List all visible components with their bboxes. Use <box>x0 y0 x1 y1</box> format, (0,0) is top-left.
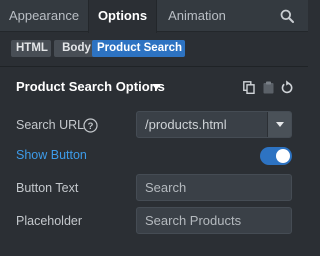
help-icon[interactable]: ? <box>83 118 98 133</box>
tab-animation[interactable]: Animation <box>157 0 237 32</box>
search-url-label: Search URL <box>16 118 85 132</box>
search-url-value: /products.html <box>145 117 227 132</box>
show-button-toggle[interactable] <box>260 147 292 165</box>
section-title[interactable]: Product Search Options <box>16 79 165 94</box>
show-button-label: Show Button <box>16 148 87 162</box>
copy-icon[interactable] <box>243 81 255 94</box>
clipboard-icon[interactable] <box>263 81 274 94</box>
caret-down-icon[interactable] <box>152 84 161 90</box>
tab-bar: Appearance Options Animation <box>0 0 308 33</box>
chevron-down-icon <box>276 122 284 127</box>
search-url-select[interactable]: /products.html <box>136 111 292 138</box>
button-text-input[interactable]: Search <box>136 174 292 201</box>
tab-appearance[interactable]: Appearance <box>0 0 88 32</box>
tab-options[interactable]: Options <box>88 0 157 33</box>
search-icon[interactable] <box>280 9 294 23</box>
placeholder-label: Placeholder <box>16 214 83 228</box>
button-text-label: Button Text <box>16 181 79 195</box>
divider <box>0 66 308 67</box>
breadcrumb-html[interactable]: HTML <box>11 40 51 57</box>
reset-icon[interactable] <box>281 80 293 94</box>
svg-text:?: ? <box>88 121 94 132</box>
options-panel: Appearance Options Animation HTML Body P… <box>0 0 308 256</box>
dropdown-button[interactable] <box>267 112 291 137</box>
placeholder-input[interactable]: Search Products <box>136 207 292 234</box>
toggle-knob <box>276 149 290 163</box>
breadcrumb-product-search[interactable]: Product Search <box>92 40 185 57</box>
